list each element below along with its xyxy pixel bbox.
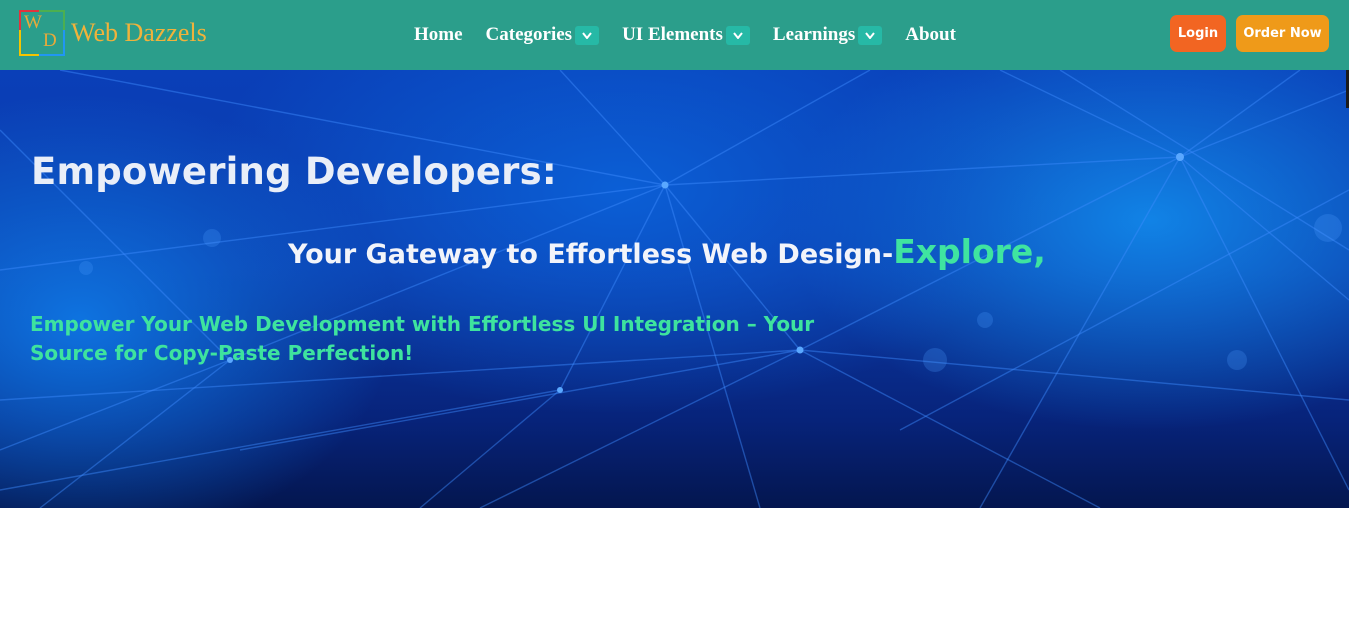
nav-item-learnings[interactable]: Learnings — [772, 24, 883, 46]
chevron-down-icon[interactable] — [725, 25, 750, 45]
hero-tagline: Empower Your Web Development with Effort… — [30, 312, 815, 365]
hero-subheading: Your Gateway to Effortless Web Design- — [288, 239, 894, 270]
nav-item-label: UI Elements — [622, 24, 723, 45]
login-button[interactable]: Login — [1170, 15, 1226, 52]
nav-item-about[interactable]: About — [905, 24, 956, 46]
hero-subheading-line: Your Gateway to Effortless Web Design- E… — [288, 232, 1046, 271]
hero-banner: Empowering Developers: Your Gateway to E… — [0, 70, 1349, 508]
brand-name: Web Dazzels — [71, 18, 207, 47]
top-navbar: W D Web Dazzels Home Categories UI Eleme… — [0, 0, 1349, 70]
nav-item-ui-elements[interactable]: UI Elements — [622, 24, 750, 46]
nav-item-categories[interactable]: Categories — [486, 24, 600, 46]
brand-logo-link[interactable]: W D Web Dazzels — [19, 10, 207, 56]
hero-highlight-word: Explore, — [893, 232, 1046, 271]
chevron-down-icon[interactable] — [858, 25, 883, 45]
nav-item-label: Home — [414, 24, 463, 45]
main-nav: Home Categories UI Elements Learnings Ab… — [414, 0, 979, 70]
nav-item-home[interactable]: Home — [414, 24, 463, 46]
hero-heading: Empowering Developers: — [31, 150, 557, 193]
logo-letter-d: D — [43, 30, 57, 51]
brand-logo-mark: W D — [19, 10, 65, 56]
nav-item-label: About — [905, 24, 956, 45]
nav-item-label: Learnings — [772, 24, 856, 45]
order-now-button[interactable]: Order Now — [1236, 15, 1329, 52]
network-background — [0, 70, 1349, 508]
logo-letter-w: W — [24, 12, 42, 33]
nav-item-label: Categories — [485, 24, 573, 45]
chevron-down-icon[interactable] — [575, 25, 600, 45]
